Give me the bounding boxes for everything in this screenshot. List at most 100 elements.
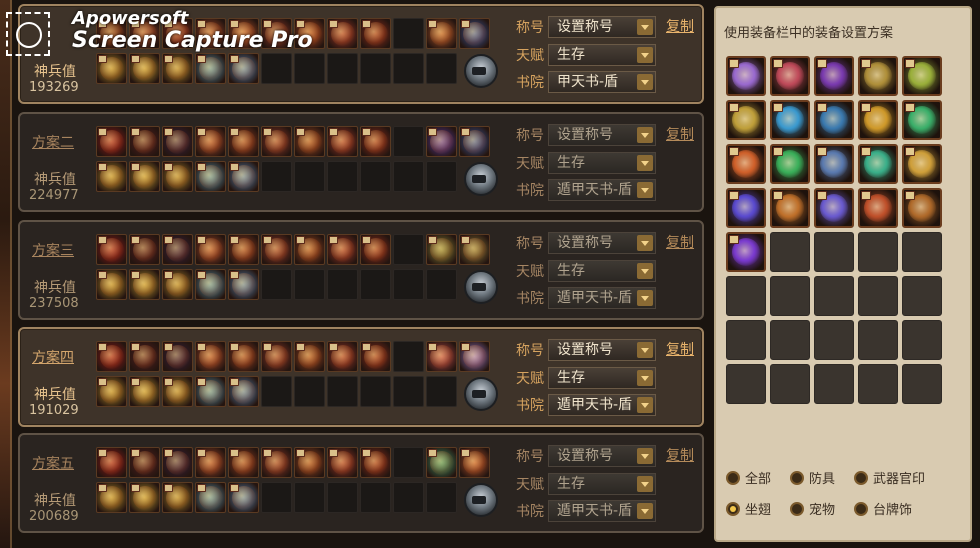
- empty-inventory-slot[interactable]: [858, 276, 898, 316]
- inventory-item[interactable]: [726, 232, 766, 272]
- academy-dropdown[interactable]: 遁甲天书-盾: [548, 500, 656, 522]
- empty-equipment-slot[interactable]: [261, 161, 292, 192]
- copy-button[interactable]: 复制: [666, 16, 694, 36]
- equipment-slot[interactable]: [162, 53, 193, 84]
- empty-inventory-slot[interactable]: [814, 276, 854, 316]
- empty-equipment-slot[interactable]: [393, 53, 424, 84]
- empty-inventory-slot[interactable]: [902, 232, 942, 272]
- empty-equipment-slot[interactable]: [360, 482, 391, 513]
- academy-dropdown[interactable]: 遁甲天书-盾: [548, 394, 656, 416]
- chest-icon[interactable]: [464, 270, 498, 304]
- equipment-slot[interactable]: [129, 161, 160, 192]
- empty-equipment-slot[interactable]: [294, 376, 325, 407]
- empty-equipment-slot[interactable]: [426, 269, 457, 300]
- equipment-slot[interactable]: [162, 126, 193, 157]
- empty-equipment-slot[interactable]: [360, 53, 391, 84]
- equipment-slot[interactable]: [228, 269, 259, 300]
- chevron-down-icon[interactable]: [637, 127, 653, 143]
- equipment-slot[interactable]: [129, 447, 160, 478]
- filter-radio[interactable]: 全部: [726, 468, 790, 487]
- empty-equipment-slot[interactable]: [327, 269, 358, 300]
- equipment-slot[interactable]: [294, 447, 325, 478]
- equipment-slot[interactable]: [228, 126, 259, 157]
- equipment-slot[interactable]: [228, 161, 259, 192]
- equipment-slot[interactable]: [426, 126, 457, 157]
- plan-name[interactable]: 方案二: [32, 132, 74, 152]
- equipment-slot[interactable]: [360, 447, 391, 478]
- chevron-down-icon[interactable]: [637, 235, 653, 251]
- inventory-item[interactable]: [726, 188, 766, 228]
- equipment-slot[interactable]: [162, 482, 193, 513]
- empty-equipment-slot[interactable]: [294, 53, 325, 84]
- chevron-down-icon[interactable]: [637, 290, 653, 306]
- empty-inventory-slot[interactable]: [726, 320, 766, 360]
- filter-radio[interactable]: 坐翅: [726, 499, 790, 518]
- title-dropdown[interactable]: 设置称号: [548, 445, 656, 467]
- filter-radio[interactable]: 台牌饰: [854, 499, 954, 518]
- empty-equipment-slot[interactable]: [327, 161, 358, 192]
- empty-equipment-slot[interactable]: [261, 53, 292, 84]
- chevron-down-icon[interactable]: [637, 342, 653, 358]
- chevron-down-icon[interactable]: [637, 503, 653, 519]
- chevron-down-icon[interactable]: [637, 263, 653, 279]
- inventory-item[interactable]: [902, 144, 942, 184]
- empty-equipment-slot[interactable]: [360, 269, 391, 300]
- equipment-slot[interactable]: [327, 18, 358, 49]
- empty-equipment-slot[interactable]: [327, 53, 358, 84]
- plan-name[interactable]: 方案五: [32, 453, 74, 473]
- equipment-slot[interactable]: [327, 126, 358, 157]
- plan-panel[interactable]: 方案三 神兵值 237508 复制 称号 设置称号 天赋 生存 书院 遁甲天书-盾: [18, 220, 704, 320]
- equipment-slot[interactable]: [426, 234, 457, 265]
- inventory-item[interactable]: [770, 144, 810, 184]
- talent-dropdown[interactable]: 生存: [548, 367, 656, 389]
- empty-inventory-slot[interactable]: [902, 320, 942, 360]
- title-dropdown[interactable]: 设置称号: [548, 124, 656, 146]
- inventory-item[interactable]: [814, 144, 854, 184]
- empty-inventory-slot[interactable]: [770, 232, 810, 272]
- equipment-slot[interactable]: [228, 376, 259, 407]
- radio-button-icon[interactable]: [854, 501, 868, 516]
- empty-equipment-slot[interactable]: [426, 376, 457, 407]
- empty-inventory-slot[interactable]: [902, 276, 942, 316]
- chevron-down-icon[interactable]: [637, 476, 653, 492]
- academy-dropdown[interactable]: 遁甲天书-盾: [548, 287, 656, 309]
- talent-dropdown[interactable]: 生存: [548, 44, 656, 66]
- chevron-down-icon[interactable]: [637, 448, 653, 464]
- empty-inventory-slot[interactable]: [770, 364, 810, 404]
- empty-equipment-slot[interactable]: [393, 376, 424, 407]
- empty-equipment-slot[interactable]: [393, 447, 424, 478]
- inventory-item[interactable]: [858, 100, 898, 140]
- empty-equipment-slot[interactable]: [294, 269, 325, 300]
- inventory-item[interactable]: [902, 56, 942, 96]
- inventory-item[interactable]: [858, 188, 898, 228]
- chest-icon[interactable]: [464, 377, 498, 411]
- radio-button-icon[interactable]: [790, 470, 804, 485]
- empty-inventory-slot[interactable]: [814, 232, 854, 272]
- chevron-down-icon[interactable]: [637, 155, 653, 171]
- inventory-item[interactable]: [726, 144, 766, 184]
- equipment-slot[interactable]: [228, 341, 259, 372]
- empty-equipment-slot[interactable]: [393, 482, 424, 513]
- empty-equipment-slot[interactable]: [393, 126, 424, 157]
- empty-equipment-slot[interactable]: [261, 269, 292, 300]
- empty-inventory-slot[interactable]: [858, 320, 898, 360]
- empty-inventory-slot[interactable]: [858, 364, 898, 404]
- equipment-slot[interactable]: [426, 18, 457, 49]
- empty-inventory-slot[interactable]: [814, 364, 854, 404]
- empty-inventory-slot[interactable]: [770, 276, 810, 316]
- empty-equipment-slot[interactable]: [294, 161, 325, 192]
- plan-panel[interactable]: 方案五 神兵值 200689 复制 称号 设置称号 天赋 生存 书院 遁甲天书-盾: [18, 433, 704, 533]
- inventory-item[interactable]: [858, 56, 898, 96]
- equipment-slot[interactable]: [195, 161, 226, 192]
- equipment-slot[interactable]: [129, 53, 160, 84]
- equipment-slot[interactable]: [327, 447, 358, 478]
- chevron-down-icon[interactable]: [637, 74, 653, 90]
- empty-equipment-slot[interactable]: [360, 376, 391, 407]
- chest-icon[interactable]: [464, 483, 498, 517]
- equipment-slot[interactable]: [96, 53, 127, 84]
- equipment-slot[interactable]: [129, 269, 160, 300]
- empty-equipment-slot[interactable]: [393, 234, 424, 265]
- chevron-down-icon[interactable]: [637, 19, 653, 35]
- equipment-slot[interactable]: [327, 234, 358, 265]
- talent-dropdown[interactable]: 生存: [548, 260, 656, 282]
